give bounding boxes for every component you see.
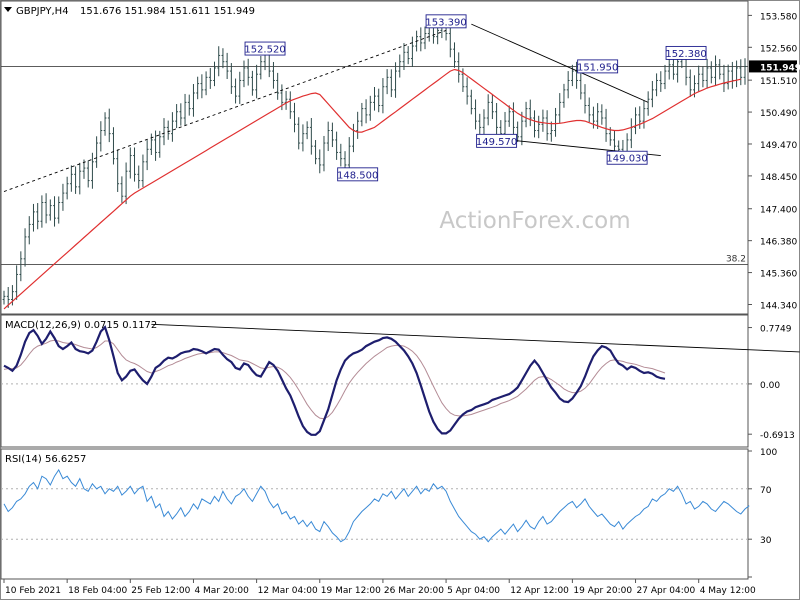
ohlc-readout: 151.676 151.984 151.611 151.949 [80, 6, 255, 17]
price-axis-label: 147.400 [760, 206, 797, 216]
price-axis-label: 144.340 [760, 301, 797, 311]
time-axis-label: 27 Apr 04:00 [637, 586, 696, 596]
time-axis-label: 4 May 12:00 [700, 586, 756, 596]
time-axis-label: 18 Feb 04:00 [68, 586, 127, 596]
annotation-label: 152.520 [244, 45, 285, 56]
price-annotation: 149.570 [476, 133, 517, 148]
macd-panel [0, 314, 749, 448]
annotation-label: 153.390 [425, 17, 466, 28]
macd-title: MACD(12,26,9) 0.0715 0.1172 [5, 320, 157, 331]
price-axis-label: 149.470 [760, 141, 797, 151]
annotation-label: 148.500 [337, 170, 378, 181]
time-axis-label: 25 Feb 12:00 [131, 586, 190, 596]
trading-chart: ActionForex.com 38.2 153.390 152.520 152.38… [0, 0, 800, 600]
annotation-label: 151.950 [577, 62, 618, 73]
time-axis-label: 26 Mar 20:00 [384, 586, 444, 596]
watermark: ActionForex.com [439, 208, 630, 234]
annotation-label: 152.380 [665, 49, 706, 60]
macd-axis-label: -0.6913 [760, 431, 795, 441]
time-axis-label: 12 Mar 04:00 [258, 586, 318, 596]
rsi-axis-label: 100 [760, 448, 777, 458]
macd-axis-label: 0.7749 [760, 325, 792, 335]
price-annotation: 153.390 [425, 14, 467, 28]
price-axis-label: 148.450 [760, 173, 797, 183]
rsi-panel [0, 448, 749, 580]
fib-38-label: 38.2 [726, 254, 746, 264]
time-axis-label: 19 Apr 20:00 [573, 586, 632, 596]
price-axis-label: 145.360 [760, 270, 797, 280]
annotation-label: 149.030 [606, 154, 647, 165]
annotation-label: 149.570 [476, 137, 517, 148]
symbol-label: GBPJPY,H4 [16, 6, 69, 17]
time-axis-label: 10 Feb 2021 [5, 586, 61, 596]
time-axis-label: 12 Apr 12:00 [510, 586, 569, 596]
price-axis-label: 152.560 [760, 44, 797, 54]
time-axis-label: 4 Mar 20:00 [194, 586, 249, 596]
price-annotation: 151.950 [577, 59, 618, 73]
rsi-axis-label: 30 [760, 536, 772, 546]
price-annotation: 149.030 [606, 150, 648, 165]
price-axis-label: 153.580 [760, 12, 797, 22]
price-axis-label: 146.380 [760, 238, 797, 248]
rsi-axis-label: 70 [760, 486, 772, 496]
price-axis-label: 150.490 [760, 109, 797, 119]
current-price-label: 151.949 [760, 63, 800, 73]
rsi-title: RSI(14) 56.6257 [5, 454, 86, 465]
macd-axis-label: 0.00 [760, 381, 780, 391]
price-annotation: 152.520 [244, 41, 286, 56]
time-axis-label: 5 Apr 04:00 [447, 586, 500, 596]
price-annotation: 148.500 [337, 167, 378, 181]
price-annotation: 152.380 [665, 45, 707, 60]
time-axis-label: 19 Mar 12:00 [321, 586, 381, 596]
price-axis-label: 151.510 [760, 77, 797, 87]
chart-root: ActionForex.com 38.2 153.390 152.520 152.38… [0, 0, 800, 600]
